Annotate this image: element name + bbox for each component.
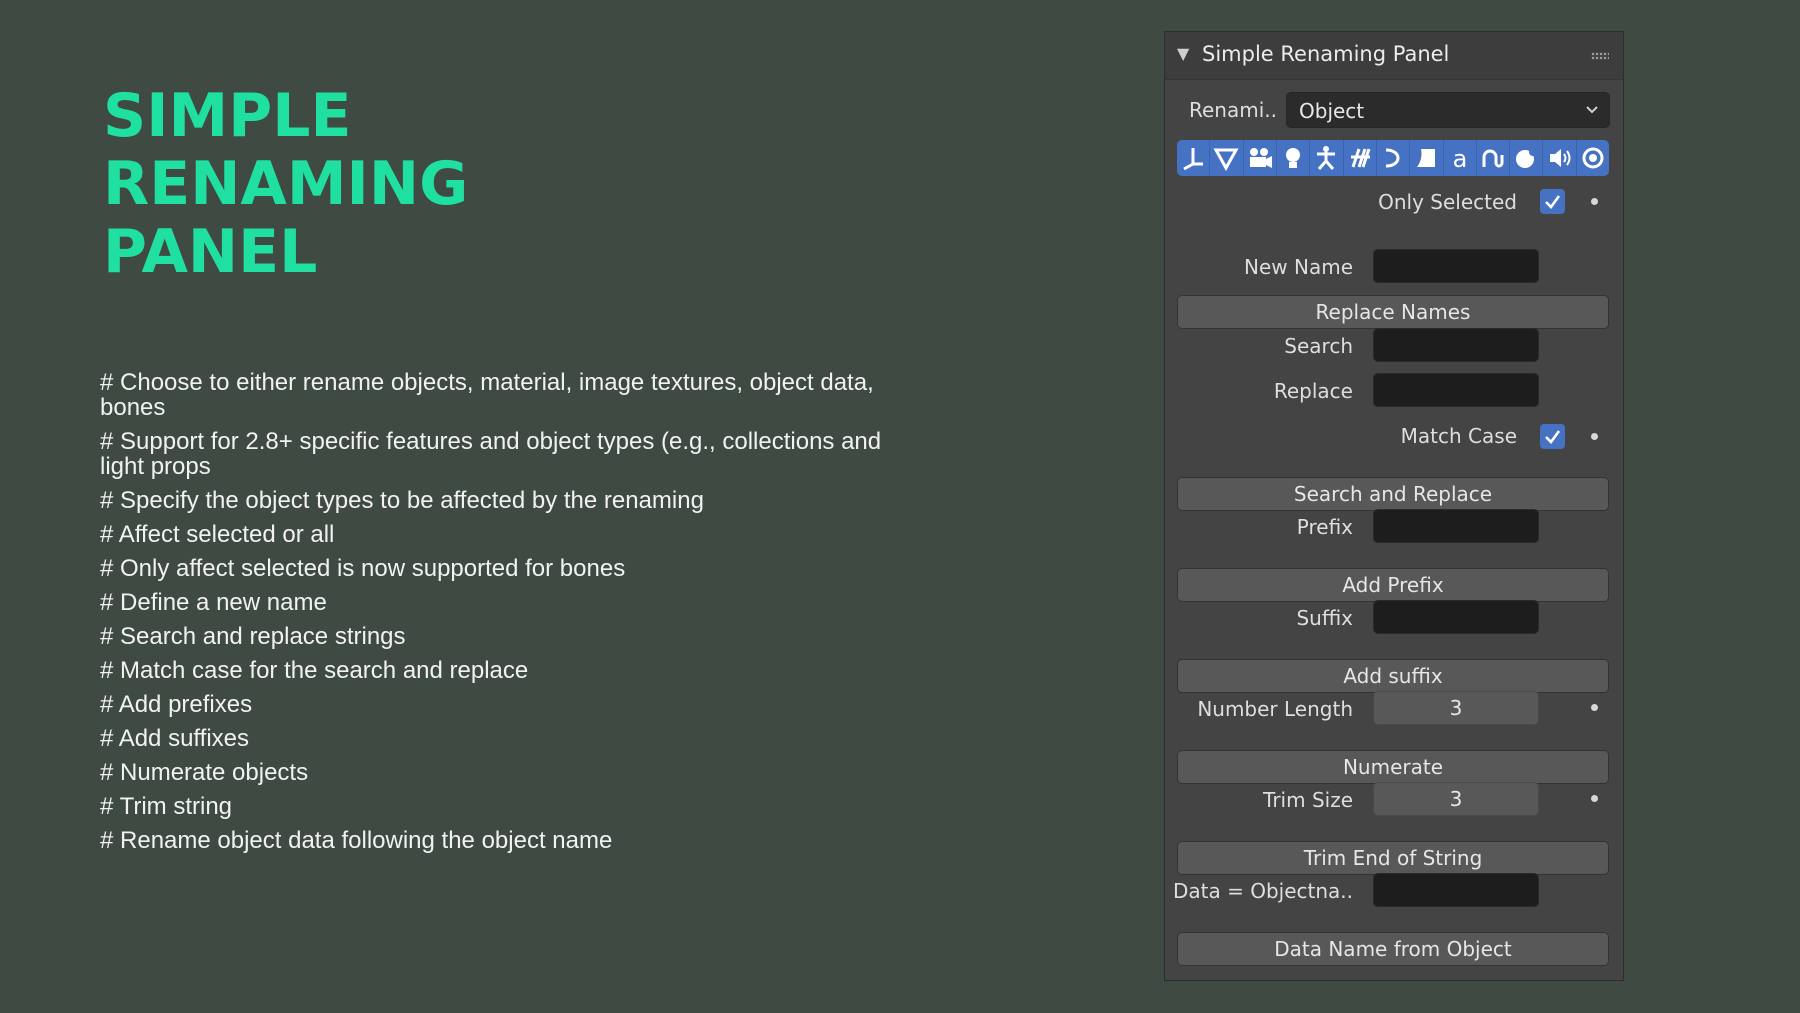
feature-item: # Only affect selected is now supported … xyxy=(100,555,626,582)
rename-type-value: Object xyxy=(1299,99,1365,123)
headline-line: PANEL xyxy=(103,217,318,287)
feature-item: # Choose to either rename objects, mater… xyxy=(100,369,874,421)
lattice-icon[interactable] xyxy=(1344,140,1377,176)
data-objectname-label: Data = Objectna.. xyxy=(1172,879,1353,903)
match-case-checkbox[interactable] xyxy=(1540,424,1565,449)
rename-type-dropdown[interactable]: Object xyxy=(1286,92,1610,128)
mesh-icon[interactable] xyxy=(1210,140,1244,176)
search-label: Search xyxy=(1284,334,1353,358)
only-selected-label: Only Selected xyxy=(1378,190,1517,214)
collapse-triangle-icon[interactable]: ▼ xyxy=(1177,44,1189,63)
feature-item: # Numerate objects xyxy=(100,759,309,786)
new-name-label: New Name xyxy=(1244,255,1353,279)
replace-label: Replace xyxy=(1273,379,1353,403)
only-selected-checkbox[interactable] xyxy=(1540,189,1565,214)
text-icon[interactable]: a xyxy=(1444,140,1477,176)
feature-item: # Specify the object types to be affecte… xyxy=(100,487,704,514)
checkmark-icon xyxy=(1545,430,1561,444)
suffix-input[interactable] xyxy=(1373,600,1539,634)
camera-icon[interactable] xyxy=(1244,140,1277,176)
search-input[interactable] xyxy=(1373,328,1539,362)
add-prefix-button[interactable]: Add Prefix xyxy=(1177,568,1609,602)
numerate-button[interactable]: Numerate xyxy=(1177,750,1609,784)
add-suffix-button[interactable]: Add suffix xyxy=(1177,659,1609,693)
feature-item: # Trim string xyxy=(100,793,233,820)
panel-title: Simple Renaming Panel xyxy=(1202,42,1450,66)
empty-icon[interactable] xyxy=(1177,140,1211,176)
trim-end-button[interactable]: Trim End of String xyxy=(1177,841,1609,875)
number-length-field[interactable]: 3 xyxy=(1373,691,1539,725)
feature-item: # Define a new name xyxy=(100,589,327,616)
slide: SIMPLE RENAMING PANEL # Choose to either… xyxy=(0,0,1800,1013)
feature-item: # Affect selected or all xyxy=(100,521,335,548)
surface-icon[interactable] xyxy=(1410,140,1444,176)
trim-size-field[interactable]: 3 xyxy=(1373,782,1539,816)
keyframe-dot-icon[interactable] xyxy=(1591,704,1598,711)
keyframe-dot-icon[interactable] xyxy=(1591,433,1598,440)
force-field-icon[interactable] xyxy=(1510,140,1544,176)
keyframe-dot-icon[interactable] xyxy=(1591,795,1598,802)
new-name-input[interactable] xyxy=(1373,249,1539,283)
prefix-input[interactable] xyxy=(1373,509,1539,543)
feature-item: # Rename object data following the objec… xyxy=(100,827,613,854)
feature-item: # Add prefixes xyxy=(100,691,253,718)
chevron-down-icon xyxy=(1586,106,1598,114)
replace-names-button[interactable]: Replace Names xyxy=(1177,295,1609,329)
search-replace-button[interactable]: Search and Replace xyxy=(1177,477,1609,511)
svg-text:a: a xyxy=(1452,145,1467,171)
renaming-panel: ▼ Simple Renaming Panel Renami.. Object xyxy=(1164,31,1624,981)
light-probe-icon[interactable] xyxy=(1577,140,1609,176)
data-objectname-input[interactable] xyxy=(1373,873,1539,907)
rename-type-label: Renami.. xyxy=(1189,98,1277,122)
feature-item: # Search and replace strings xyxy=(100,623,406,650)
trim-size-label: Trim Size xyxy=(1263,788,1353,812)
suffix-label: Suffix xyxy=(1296,606,1353,630)
light-icon[interactable] xyxy=(1277,140,1311,176)
checkmark-icon xyxy=(1545,195,1561,209)
headline: SIMPLE RENAMING PANEL xyxy=(103,82,468,286)
feature-list: # Choose to either rename objects, mater… xyxy=(100,370,920,862)
curve-icon[interactable] xyxy=(1377,140,1411,176)
headline-line: SIMPLE xyxy=(103,81,352,151)
keyframe-dot-icon[interactable] xyxy=(1591,198,1598,205)
match-case-label: Match Case xyxy=(1400,424,1517,448)
prefix-label: Prefix xyxy=(1296,515,1353,539)
data-name-from-object-button[interactable]: Data Name from Object xyxy=(1177,932,1609,966)
speaker-icon[interactable] xyxy=(1543,140,1577,176)
panel-header[interactable]: ▼ Simple Renaming Panel xyxy=(1165,32,1623,80)
feature-item: # Support for 2.8+ specific features and… xyxy=(100,428,882,480)
feature-item: # Add suffixes xyxy=(100,725,249,752)
number-length-label: Number Length xyxy=(1197,697,1353,721)
object-type-toggles: a xyxy=(1177,140,1609,176)
headline-line: RENAMING xyxy=(103,149,469,219)
feature-item: # Match case for the search and replace xyxy=(100,657,529,684)
replace-input[interactable] xyxy=(1373,373,1539,407)
armature-icon[interactable] xyxy=(1310,140,1344,176)
drag-grip-icon[interactable] xyxy=(1591,52,1609,60)
metaball-icon[interactable] xyxy=(1477,140,1511,176)
